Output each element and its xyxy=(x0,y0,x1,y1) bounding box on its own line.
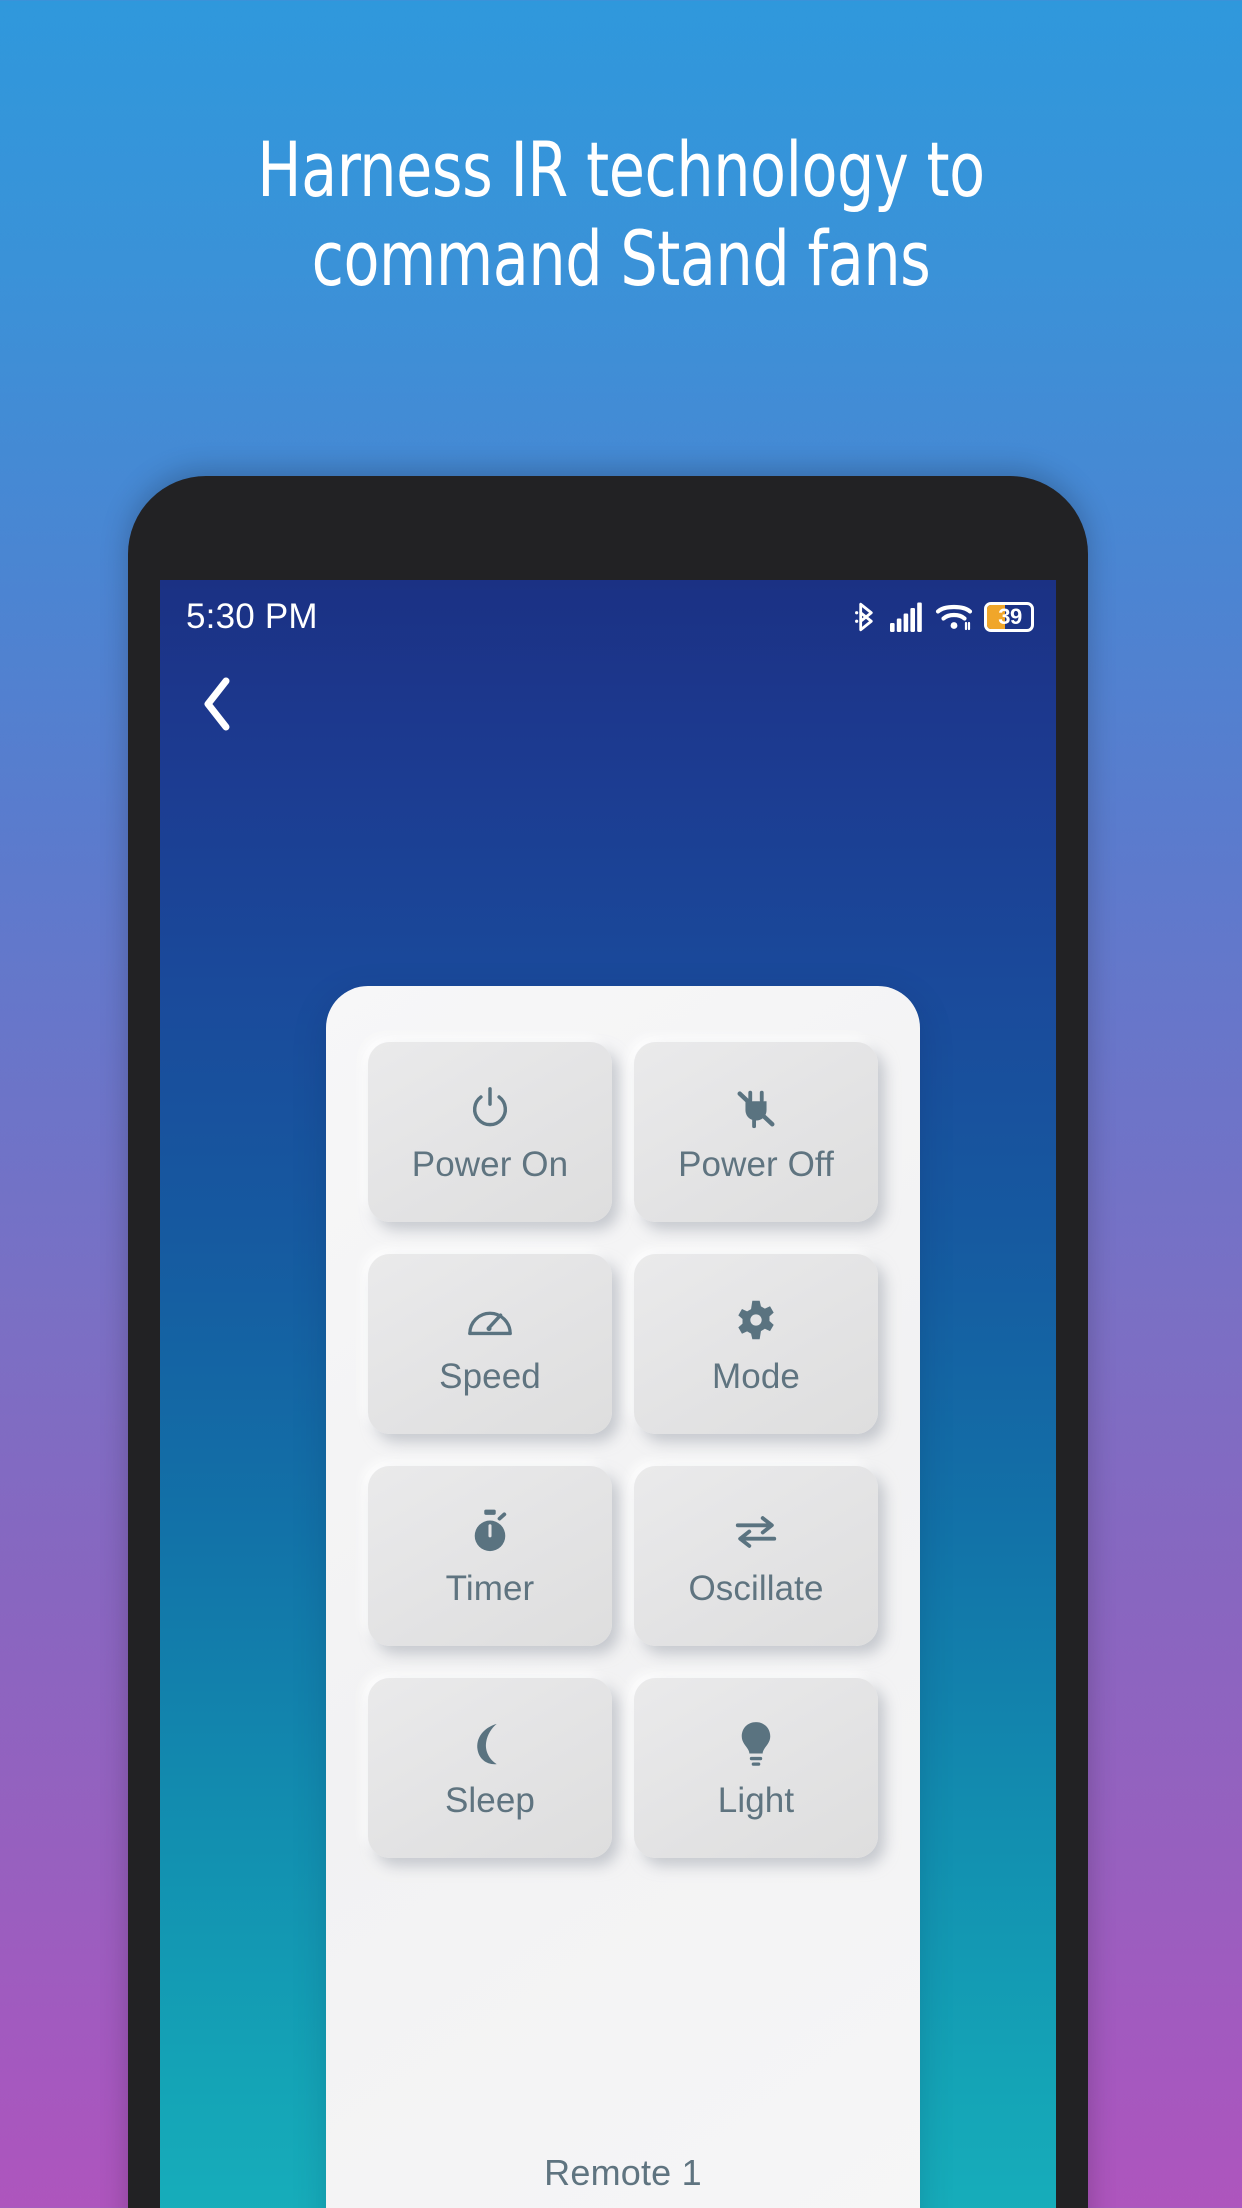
phone-device-mockup: 5:30 PM 39 Power On Power Off Speed Mode… xyxy=(128,476,1088,2208)
battery-icon: 39 xyxy=(984,602,1034,632)
remote-control-card: Power On Power Off Speed Mode Timer Osci… xyxy=(326,986,920,2208)
remote-button-power-on[interactable]: Power On xyxy=(368,1042,612,1222)
promo-headline: Harness IR technology to command Stand f… xyxy=(257,125,985,303)
status-bar-icons: 39 xyxy=(853,600,1034,634)
remote-card-footer: Remote 1 xyxy=(368,2152,878,2208)
phone-screen: 5:30 PM 39 Power On Power Off Speed Mode… xyxy=(160,580,1056,2208)
status-bar-clock: 5:30 PM xyxy=(186,597,318,636)
remote-button-oscillate[interactable]: Oscillate xyxy=(634,1466,878,1646)
remote-name-label: Remote 1 xyxy=(544,2152,702,2193)
status-bar: 5:30 PM 39 xyxy=(160,580,1056,654)
remote-button-power-off[interactable]: Power Off xyxy=(634,1042,878,1222)
remote-button-label: Light xyxy=(717,1780,795,1820)
plug-off-icon xyxy=(733,1083,779,1133)
remote-button-label: Timer xyxy=(445,1568,535,1608)
chevron-left-icon xyxy=(200,676,236,737)
back-button[interactable] xyxy=(174,662,262,750)
power-icon xyxy=(467,1083,513,1133)
remote-button-mode[interactable]: Mode xyxy=(634,1254,878,1434)
speedometer-icon xyxy=(466,1295,514,1345)
wifi-icon xyxy=(935,602,973,632)
remote-button-speed[interactable]: Speed xyxy=(368,1254,612,1434)
remote-button-label: Power Off xyxy=(678,1144,834,1184)
remote-button-label: Sleep xyxy=(444,1780,536,1820)
gear-icon xyxy=(734,1295,778,1345)
remote-button-label: Speed xyxy=(439,1356,541,1396)
cellular-signal-icon xyxy=(890,602,924,632)
remote-button-sleep[interactable]: Sleep xyxy=(368,1678,612,1858)
stopwatch-icon xyxy=(469,1507,511,1557)
remote-button-label: Oscillate xyxy=(688,1568,824,1608)
bluetooth-icon xyxy=(853,600,879,634)
remote-button-label: Power On xyxy=(411,1144,569,1184)
battery-percent-label: 39 xyxy=(998,604,1022,629)
swap-horizontal-icon xyxy=(732,1507,780,1557)
remote-button-label: Mode xyxy=(712,1356,800,1396)
moon-icon xyxy=(468,1719,512,1769)
remote-button-light[interactable]: Light xyxy=(634,1678,878,1858)
remote-button-timer[interactable]: Timer xyxy=(368,1466,612,1646)
remote-button-grid: Power On Power Off Speed Mode Timer Osci… xyxy=(368,1042,878,1858)
lightbulb-icon xyxy=(737,1719,775,1769)
